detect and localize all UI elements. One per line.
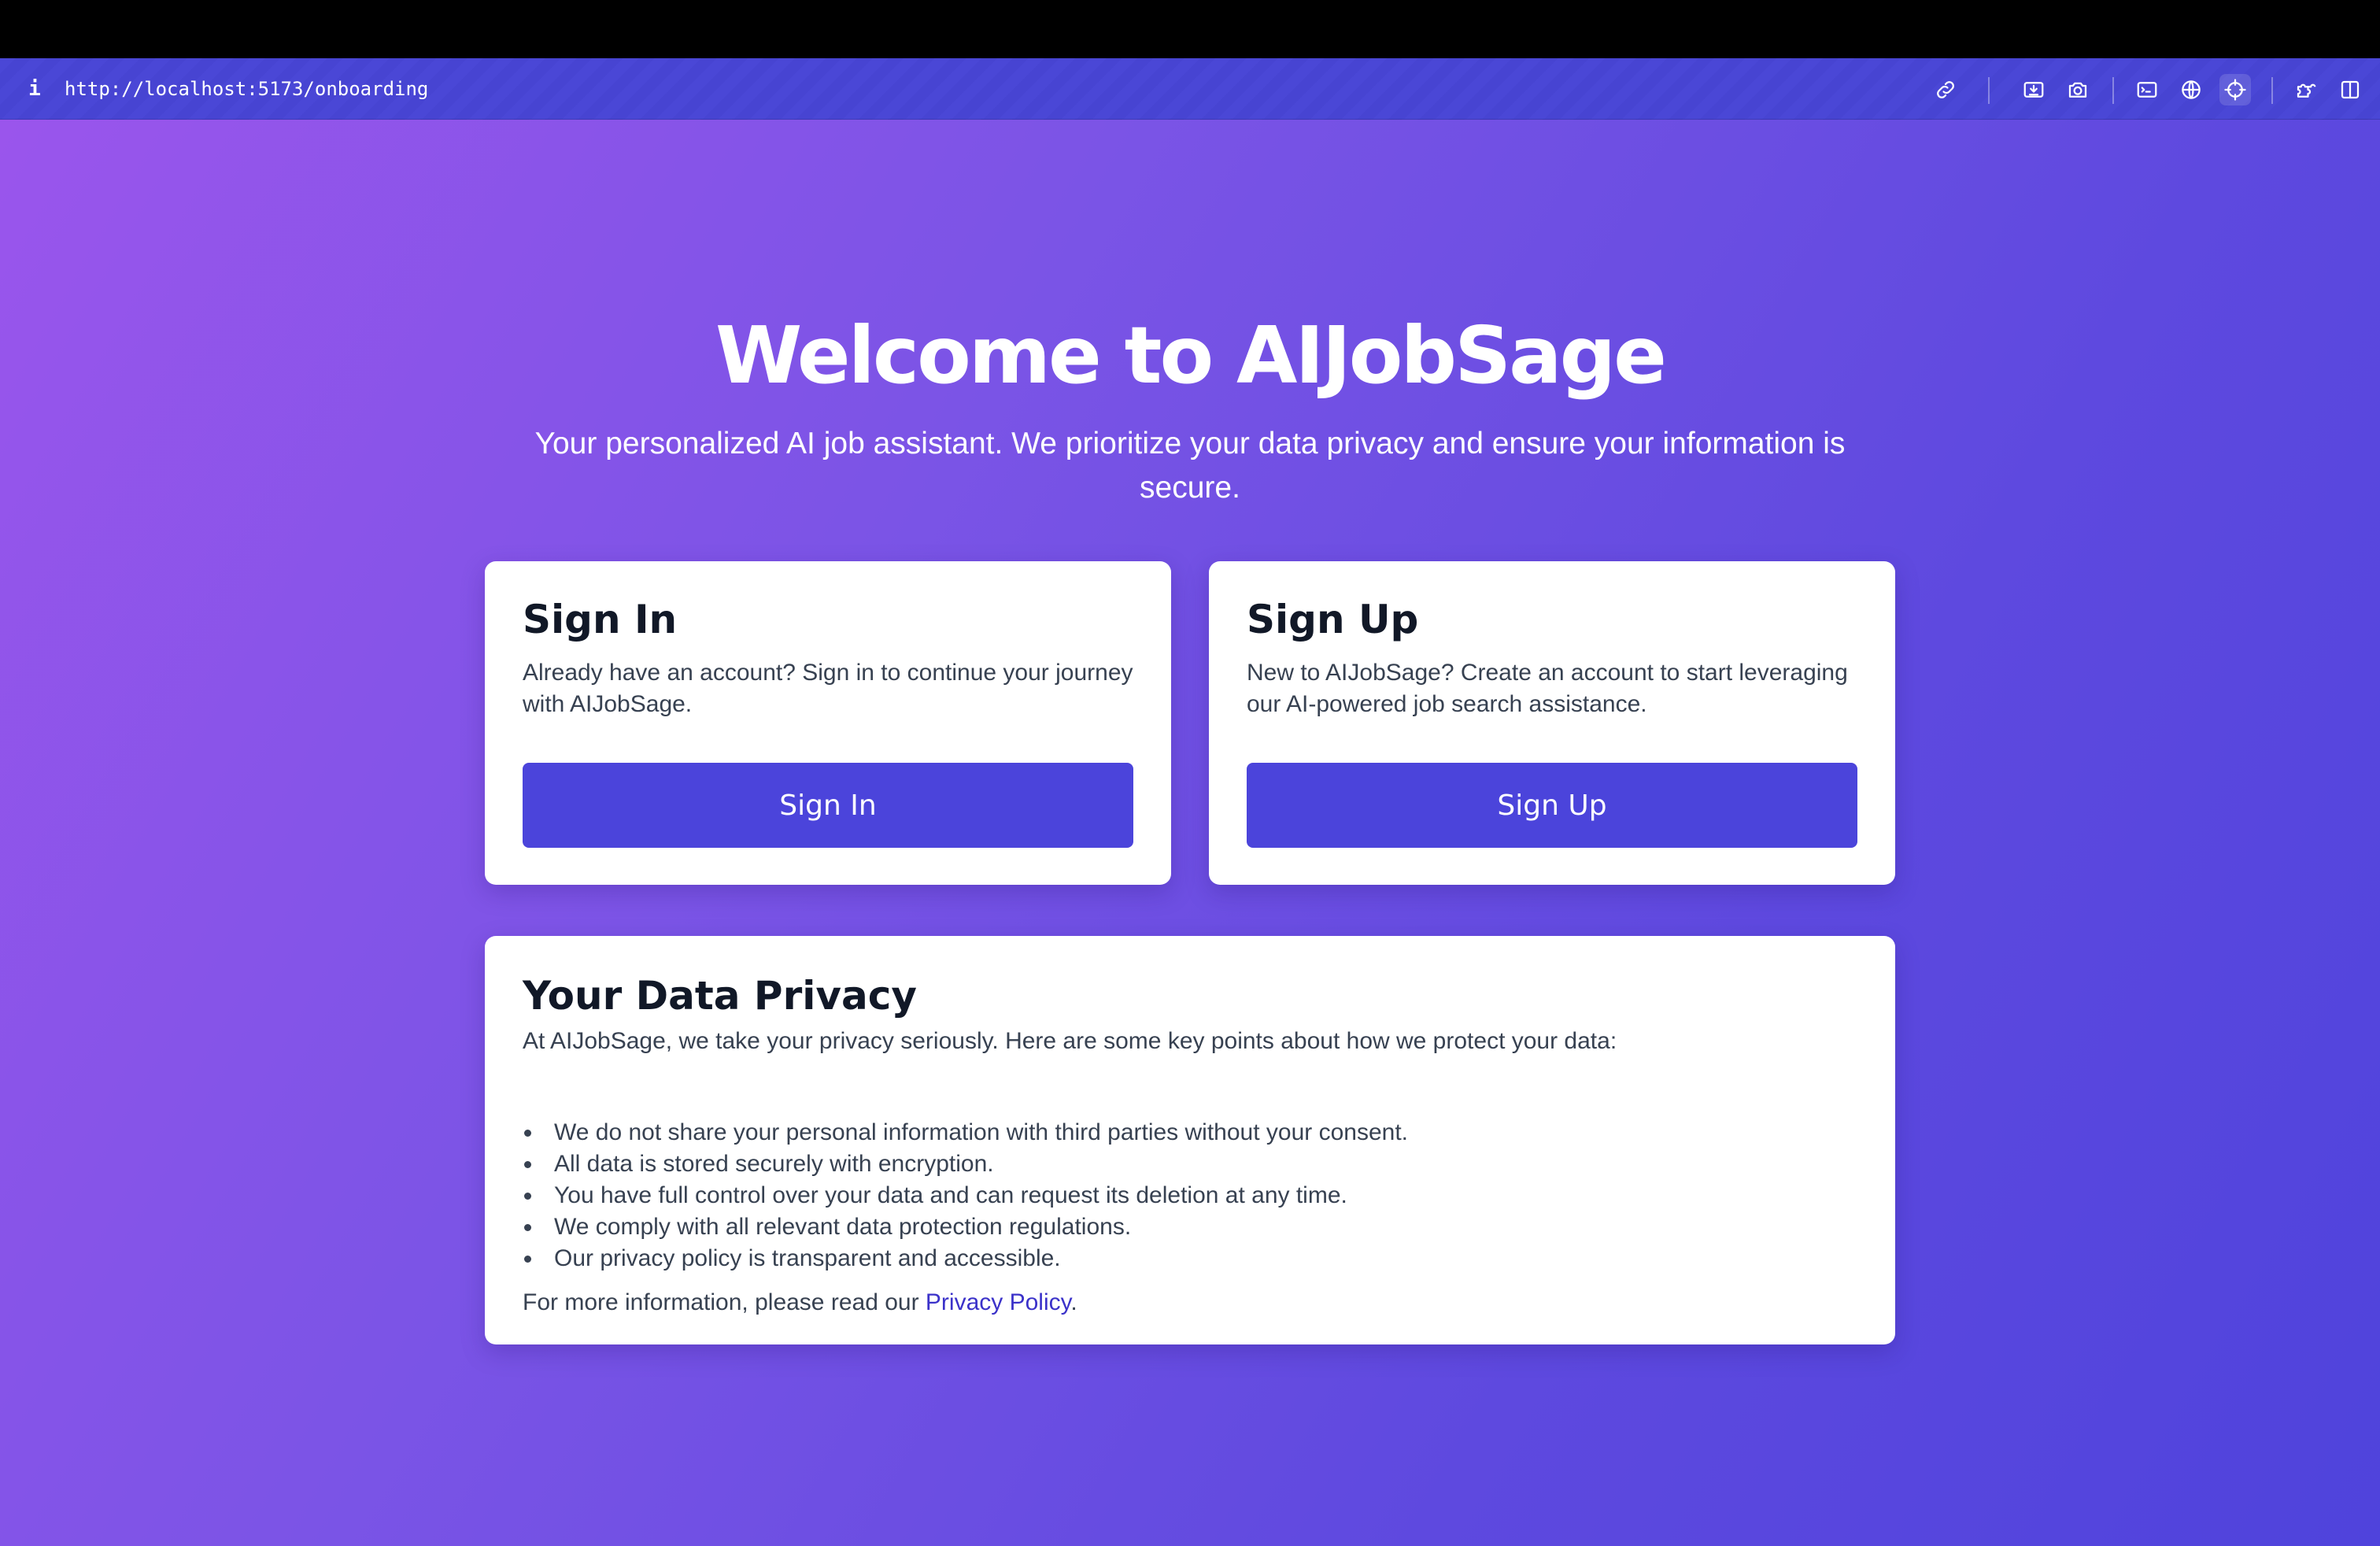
privacy-point: We do not share your personal informatio… xyxy=(523,1117,1408,1148)
privacy-title: Your Data Privacy xyxy=(523,973,917,1019)
split-view-icon[interactable] xyxy=(2334,74,2366,105)
privacy-point: You have full control over your data and… xyxy=(523,1180,1408,1211)
terminal-icon[interactable] xyxy=(2131,74,2163,105)
more-info-prefix: For more information, please read our xyxy=(523,1289,926,1315)
sign-in-card: Sign In Already have an account? Sign in… xyxy=(485,561,1171,885)
link-icon[interactable] xyxy=(1930,74,1961,105)
welcome-title: Welcome to AIJobSage xyxy=(715,309,1667,401)
extensions-icon[interactable] xyxy=(2290,74,2322,105)
crosshair-icon[interactable] xyxy=(2219,74,2251,105)
sign-up-button[interactable]: Sign Up xyxy=(1247,763,1857,848)
toolbar-divider xyxy=(2271,77,2273,104)
privacy-point: Our privacy policy is transparent and ac… xyxy=(523,1243,1408,1274)
sign-up-description: New to AIJobSage? Create an account to s… xyxy=(1247,660,1848,717)
onboarding-page: Welcome to AIJobSage Your personalized A… xyxy=(0,120,2380,1546)
sign-up-title: Sign Up xyxy=(1247,597,1419,642)
toolbar-divider xyxy=(1988,77,1990,104)
privacy-point: We comply with all relevant data protect… xyxy=(523,1211,1408,1243)
privacy-card: Your Data Privacy At AIJobSage, we take … xyxy=(485,936,1895,1344)
welcome-subtitle: Your personalized AI job assistant. We p… xyxy=(534,427,1846,505)
sign-up-card: Sign Up New to AIJobSage? Create an acco… xyxy=(1209,561,1895,885)
camera-icon[interactable] xyxy=(2062,74,2094,105)
toolbar-divider xyxy=(2112,77,2114,104)
more-info-suffix: . xyxy=(1070,1289,1077,1315)
privacy-point: All data is stored securely with encrypt… xyxy=(523,1148,1408,1180)
sign-in-description: Already have an account? Sign in to cont… xyxy=(523,660,1133,717)
sign-in-title: Sign In xyxy=(523,597,678,642)
window-top-bar xyxy=(0,0,2380,58)
url-text[interactable]: http://localhost:5173/onboarding xyxy=(65,76,428,102)
privacy-points-list: We do not share your personal informatio… xyxy=(523,1117,1408,1274)
browser-url-bar: i http://localhost:5173/onboarding xyxy=(0,58,2380,120)
download-icon[interactable] xyxy=(2018,74,2049,105)
globe-icon[interactable] xyxy=(2175,74,2207,105)
privacy-more-info: For more information, please read our Pr… xyxy=(523,1287,1077,1319)
privacy-policy-link[interactable]: Privacy Policy xyxy=(926,1289,1070,1315)
privacy-intro: At AIJobSage, we take your privacy serio… xyxy=(523,1028,1617,1054)
page-info-icon[interactable]: i xyxy=(24,76,46,102)
sign-in-button[interactable]: Sign In xyxy=(523,763,1133,848)
